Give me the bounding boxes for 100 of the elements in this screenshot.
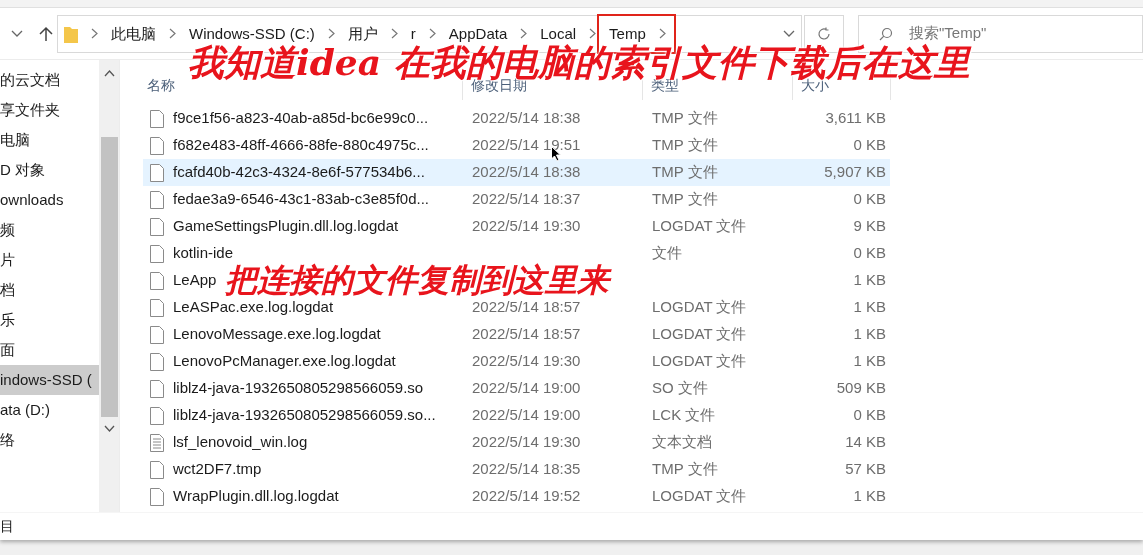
breadcrumb[interactable]: AppData	[448, 22, 508, 45]
file-icon	[150, 487, 164, 506]
sidebar-item[interactable]: 乐	[0, 305, 99, 335]
sidebar-item[interactable]: 享文件夹	[0, 95, 99, 125]
sidebar-item[interactable]: indows-SSD (	[0, 365, 99, 395]
file-row[interactable]: lsf_lenovoid_win.log 2022/5/14 19:30 文本文档 14 KB	[143, 429, 890, 456]
sidebar-item[interactable]: D 对象	[0, 155, 99, 185]
sidebar-item[interactable]: 档	[0, 275, 99, 305]
file-size: 509 KB	[836, 378, 886, 399]
file-size: 1 KB	[853, 297, 886, 318]
file-type: TMP 文件	[652, 460, 718, 478]
breadcrumb[interactable]: Local	[540, 22, 577, 45]
file-size: 1 KB	[853, 486, 886, 507]
dropdown-icon[interactable]	[11, 29, 23, 38]
file-icon	[150, 379, 164, 398]
chevron-right-icon	[428, 28, 436, 39]
status-text: 目	[0, 517, 14, 536]
file-type: LOGDAT 文件	[652, 217, 747, 235]
file-icon	[150, 460, 164, 479]
file-name: fedae3a9-6546-43c1-83ab-c3e85f0d...	[173, 189, 430, 210]
chevron-down-icon[interactable]	[783, 29, 795, 38]
search-input[interactable]: 搜索"Temp"	[909, 22, 1109, 45]
file-row[interactable]: fcafd40b-42c3-4324-8e6f-577534b6... 2022/5/14 18:38 TMP 文件 5,907 KB	[143, 159, 890, 186]
scroll-up-icon[interactable]	[103, 70, 115, 77]
search-icon	[879, 26, 893, 41]
file-type: LOGDAT 文件	[652, 487, 747, 505]
scroll-down-icon[interactable]	[103, 425, 115, 432]
file-type: LCK 文件	[652, 406, 716, 424]
file-row[interactable]: LenovoMessage.exe.log.logdat 2022/5/14 18:57 LOGDAT 文件 1 KB	[143, 321, 890, 348]
chevron-right-icon	[169, 28, 176, 39]
breadcrumb[interactable]: r	[410, 22, 416, 45]
file-icon	[150, 325, 164, 344]
sidebar-item[interactable]: 电脑	[0, 125, 99, 155]
file-size: 0 KB	[853, 135, 886, 156]
file-icon	[150, 109, 164, 128]
file-size: 1 KB	[853, 270, 886, 291]
modified-date: 2022/5/14 19:30	[472, 352, 581, 370]
file-name: fcafd40b-42c3-4324-8e6f-577534b6...	[173, 162, 425, 183]
chevron-right-icon	[327, 28, 335, 39]
file-icon	[150, 406, 164, 425]
file-name: GameSettingsPlugin.dll.log.logdat	[173, 216, 399, 237]
file-type: TMP 文件	[652, 163, 718, 181]
file-name: liblz4-java-1932650805298566059.so...	[173, 405, 436, 426]
file-icon	[150, 136, 164, 155]
sidebar-item[interactable]: 络	[0, 425, 99, 455]
sidebar-item[interactable]: ownloads	[0, 185, 99, 215]
refresh-icon	[817, 26, 831, 41]
sidebar-item[interactable]: 频	[0, 215, 99, 245]
scrollbar-thumb[interactable]	[100, 137, 118, 417]
file-icon	[150, 244, 164, 263]
modified-date: 2022/5/14 18:38	[472, 163, 581, 181]
file-size: 9 KB	[853, 216, 886, 237]
file-type: TMP 文件	[652, 109, 718, 127]
file-size: 5,907 KB	[824, 162, 886, 183]
sidebar-item[interactable]: 的云文档	[0, 65, 99, 95]
file-name: LeApp	[173, 270, 217, 291]
file-type: TMP 文件	[652, 190, 718, 208]
file-name: lsf_lenovoid_win.log	[173, 432, 308, 453]
file-row[interactable]: liblz4-java-1932650805298566059.so 2022/5/14 19:00 SO 文件 509 KB	[143, 375, 890, 402]
file-row[interactable]: f682e483-48ff-4666-88fe-880c4975c... 2022/5/14 19:51 TMP 文件 0 KB	[143, 132, 890, 159]
modified-date: 2022/5/14 19:30	[472, 217, 581, 235]
file-name: WrapPlugin.dll.log.logdat	[173, 486, 339, 507]
file-name: f9ce1f56-a823-40ab-a85d-bc6e99c0...	[173, 108, 429, 129]
file-icon	[150, 217, 164, 236]
file-row[interactable]: WrapPlugin.dll.log.logdat 2022/5/14 19:52 LOGDAT 文件 1 KB	[143, 483, 890, 510]
modified-date: 2022/5/14 19:30	[472, 433, 581, 451]
modified-date: 2022/5/14 18:37	[472, 190, 581, 208]
modified-date: 2022/5/14 18:57	[472, 298, 581, 316]
file-row[interactable]: GameSettingsPlugin.dll.log.logdat 2022/5/14 19:30 LOGDAT 文件 9 KB	[143, 213, 890, 240]
file-icon	[150, 298, 164, 317]
file-icon	[150, 271, 164, 290]
file-type: TMP 文件	[652, 136, 718, 154]
breadcrumb[interactable]: Windows-SSD (C:)	[189, 22, 315, 45]
modified-date: 2022/5/14 18:35	[472, 460, 581, 478]
chevron-right-icon	[589, 28, 597, 39]
file-row[interactable]: fedae3a9-6546-43c1-83ab-c3e85f0d... 2022/5/14 18:37 TMP 文件 0 KB	[143, 186, 890, 213]
file-row[interactable]: LenovoPcManager.exe.log.logdat 2022/5/14 19:30 LOGDAT 文件 1 KB	[143, 348, 890, 375]
modified-date: 2022/5/14 18:57	[472, 325, 581, 343]
breadcrumb[interactable]: 用户	[347, 22, 378, 45]
up-arrow-icon[interactable]	[39, 25, 53, 42]
file-row[interactable]: liblz4-java-1932650805298566059.so... 2022/5/14 19:00 LCK 文件 0 KB	[143, 402, 890, 429]
sidebar-item[interactable]: 片	[0, 245, 99, 275]
file-type: SO 文件	[652, 379, 708, 397]
sidebar-item[interactable]: ata (D:)	[0, 395, 99, 425]
file-size: 1 KB	[853, 324, 886, 345]
modified-date: 2022/5/14 19:00	[472, 406, 581, 424]
file-size: 0 KB	[853, 405, 886, 426]
file-type: LOGDAT 文件	[652, 298, 747, 316]
file-icon	[150, 352, 164, 371]
chevron-right-icon	[390, 28, 398, 39]
breadcrumb[interactable]: 此电脑	[111, 22, 156, 45]
file-name: LenovoPcManager.exe.log.logdat	[173, 351, 396, 372]
file-row[interactable]: wct2DF7.tmp 2022/5/14 18:35 TMP 文件 57 KB	[143, 456, 890, 483]
file-icon	[150, 190, 164, 209]
file-icon	[150, 163, 164, 182]
file-name: kotlin-ide	[173, 243, 234, 264]
sidebar-item[interactable]: 面	[0, 335, 99, 365]
file-row[interactable]: f9ce1f56-a823-40ab-a85d-bc6e99c0... 2022/5/14 18:38 TMP 文件 3,611 KB	[143, 105, 890, 132]
chevron-right-icon	[658, 28, 666, 39]
file-size: 1 KB	[853, 351, 886, 372]
